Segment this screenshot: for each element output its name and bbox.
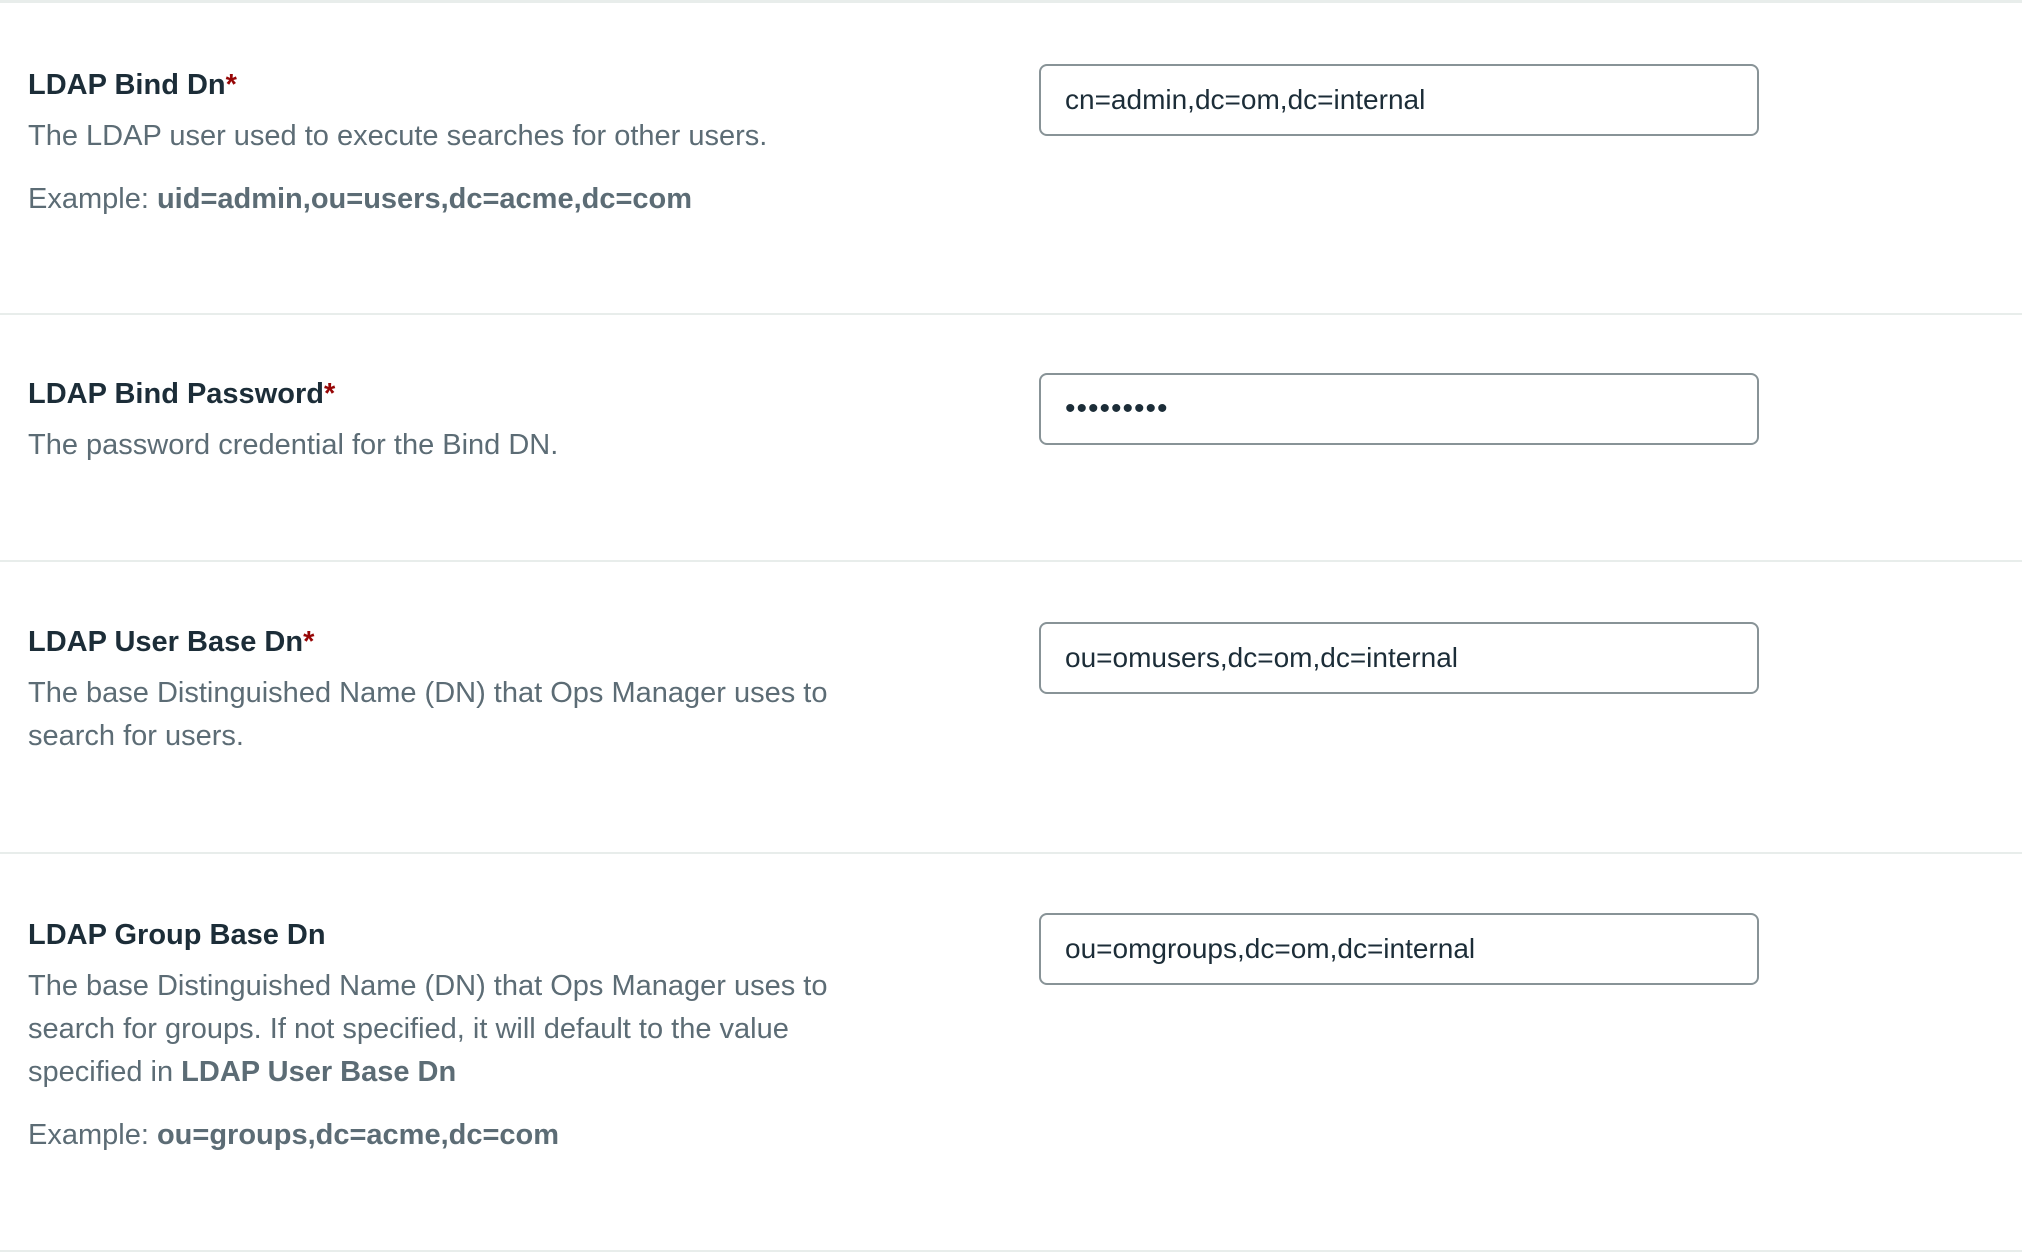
example-value: uid=admin,ou=users,dc=acme,dc=com (156, 183, 693, 215)
setting-title-text: LDAP Bind Password (28, 378, 324, 410)
required-asterisk: * (323, 378, 336, 410)
setting-example: Example: uid=admin,ou=users,dc=acme,dc=c… (28, 178, 928, 221)
setting-example: Example: ou=groups,dc=acme,dc=com (28, 1114, 928, 1157)
required-asterisk: * (303, 626, 315, 658)
setting-label-group: LDAP Bind Password* The password credent… (28, 374, 928, 467)
ldap-bind-password-input[interactable] (1039, 373, 1759, 445)
setting-row-ldap-bind-dn: LDAP Bind Dn* The LDAP user used to exec… (0, 3, 2022, 315)
setting-title: LDAP Group Base Dn (28, 915, 928, 955)
setting-label-group: LDAP User Base Dn* The base Distinguishe… (28, 622, 928, 758)
setting-row-ldap-group-base-dn: LDAP Group Base Dn The base Distinguishe… (0, 854, 2022, 1252)
setting-description: The base Distinguished Name (DN) that Op… (28, 965, 908, 1094)
setting-title-text: LDAP Bind Dn (28, 69, 226, 101)
example-prefix: Example: (28, 183, 157, 215)
example-value: ou=groups,dc=acme,dc=com (156, 1119, 560, 1151)
ldap-group-base-dn-input[interactable] (1039, 913, 1759, 985)
setting-title: LDAP User Base Dn* (28, 622, 928, 662)
setting-row-ldap-user-base-dn: LDAP User Base Dn* The base Distinguishe… (0, 562, 2022, 854)
setting-title-text: LDAP User Base Dn (28, 626, 304, 658)
ldap-bind-dn-input[interactable] (1039, 64, 1759, 136)
setting-label-group: LDAP Bind Dn* The LDAP user used to exec… (28, 65, 928, 221)
setting-title: LDAP Bind Password* (28, 374, 928, 414)
required-asterisk: * (225, 69, 237, 101)
setting-description: The password credential for the Bind DN. (28, 429, 559, 461)
setting-description: The base Distinguished Name (DN) that Op… (28, 677, 828, 752)
setting-label-group: LDAP Group Base Dn The base Distinguishe… (28, 915, 928, 1157)
setting-title-text: LDAP Group Base Dn (28, 919, 326, 951)
setting-row-ldap-bind-password: LDAP Bind Password* The password credent… (0, 315, 2022, 562)
description-bold-reference: LDAP User Base Dn (181, 1056, 457, 1088)
ldap-user-base-dn-input[interactable] (1039, 622, 1759, 694)
setting-title: LDAP Bind Dn* (28, 65, 928, 105)
setting-description: The LDAP user used to execute searches f… (28, 120, 768, 152)
example-prefix: Example: (28, 1119, 157, 1151)
